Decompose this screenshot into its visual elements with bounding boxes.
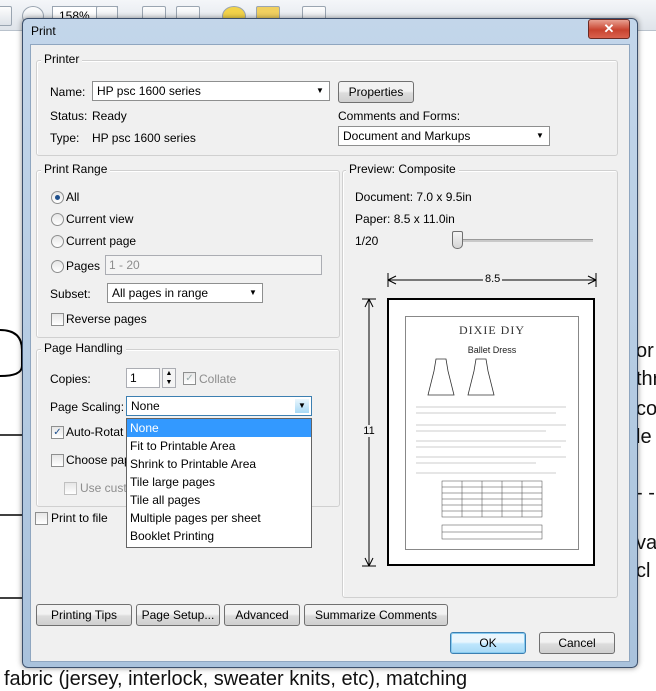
copies-input[interactable]: 1 (126, 368, 160, 388)
scaling-option-none[interactable]: None (127, 419, 311, 437)
doc-text-fragment: le (636, 426, 652, 448)
subset-value: All pages in range (112, 286, 209, 300)
choose-paper-label[interactable]: Choose pap (66, 453, 131, 467)
choose-paper-checkbox[interactable] (51, 454, 64, 467)
preview-brand: DIXIE DIY (459, 323, 525, 337)
page-handling-label: Page Handling (41, 341, 126, 355)
reverse-pages-checkbox[interactable] (51, 313, 64, 326)
height-dimension-label: 11 (360, 425, 378, 437)
auto-rotate-checkbox[interactable]: ✓ (51, 426, 64, 439)
reverse-pages-label[interactable]: Reverse pages (66, 312, 147, 326)
printer-name-value: HP psc 1600 series (97, 84, 201, 98)
scaling-option-booklet[interactable]: Booklet Printing (127, 527, 311, 545)
summarize-comments-button[interactable]: Summarize Comments (304, 604, 448, 626)
subset-select[interactable]: All pages in range ▼ (107, 283, 263, 303)
printing-tips-button[interactable]: Printing Tips (36, 604, 132, 626)
range-current-page-radio[interactable] (51, 235, 64, 248)
ok-button[interactable]: OK (450, 632, 526, 654)
range-current-view-radio[interactable] (51, 213, 64, 226)
range-current-page-label[interactable]: Current page (66, 234, 136, 248)
status-value: Ready (92, 109, 127, 123)
doc-text-fragment: cl (636, 560, 651, 582)
preview-label: Preview: Composite (346, 162, 459, 176)
scaling-option-fit[interactable]: Fit to Printable Area (127, 437, 311, 455)
chevron-down-icon: ▼ (316, 86, 324, 95)
comments-forms-label: Comments and Forms: (338, 109, 461, 123)
chevron-down-icon: ▼ (295, 399, 309, 413)
use-custom-checkbox[interactable] (64, 482, 77, 495)
type-value: HP psc 1600 series (92, 131, 196, 145)
page-scaling-label: Page Scaling: (50, 400, 125, 414)
preview-page-content: DIXIE DIY Ballet Dress (405, 316, 579, 550)
pages-input[interactable]: 1 - 20 (105, 255, 322, 275)
page-scaling-select[interactable]: None ▼ (126, 396, 312, 416)
doc-text-fragment: or (636, 340, 654, 362)
auto-rotate-label[interactable]: Auto-Rotat (66, 425, 123, 439)
range-pages-label[interactable]: Pages (66, 259, 100, 273)
subset-label: Subset: (50, 287, 91, 301)
status-label: Status: (50, 109, 88, 123)
toolbar-button[interactable] (0, 6, 12, 26)
dress-illustration (427, 358, 495, 396)
doc-text-fragment: co (636, 398, 656, 420)
paper-size-text: Paper: 8.5 x 11.0in (355, 212, 455, 226)
page-slider-thumb[interactable] (452, 231, 463, 249)
doc-text-bottom: fabric (jersey, interlock, sweater knits… (4, 668, 468, 690)
printer-group-label: Printer (41, 52, 83, 66)
doc-text-fragment: va (636, 532, 656, 554)
page-scaling-dropdown: None Fit to Printable Area Shrink to Pri… (126, 418, 312, 548)
range-pages-radio[interactable] (51, 260, 64, 273)
range-current-view-label[interactable]: Current view (66, 212, 133, 226)
properties-button[interactable]: Properties (338, 81, 414, 103)
chevron-down-icon: ▼ (536, 131, 544, 140)
comments-forms-select[interactable]: Document and Markups ▼ (338, 126, 550, 146)
doc-text-fragment: - - (636, 482, 655, 504)
print-to-file-label[interactable]: Print to file (51, 511, 108, 525)
range-all-radio[interactable] (51, 191, 64, 204)
printer-name-select[interactable]: HP psc 1600 series ▼ (92, 81, 330, 101)
scaling-option-multiple[interactable]: Multiple pages per sheet (127, 509, 311, 527)
close-button[interactable]: ✕ (588, 19, 630, 39)
print-to-file-checkbox[interactable] (35, 512, 48, 525)
print-range-label: Print Range (41, 162, 111, 176)
type-label: Type: (50, 131, 80, 145)
page-counter: 1/20 (355, 234, 379, 248)
dialog-title: Print (31, 24, 56, 38)
page-setup-button[interactable]: Page Setup... (136, 604, 220, 626)
copies-label: Copies: (50, 372, 91, 386)
advanced-button[interactable]: Advanced (224, 604, 300, 626)
document-size-text: Document: 7.0 x 9.5in (355, 190, 472, 204)
collate-label[interactable]: Collate (199, 372, 236, 386)
page-scaling-value: None (131, 399, 160, 413)
chevron-down-icon: ▼ (249, 288, 257, 297)
width-dimension-label: 8.5 (483, 273, 503, 285)
cancel-button[interactable]: Cancel (539, 632, 615, 654)
printer-name-label: Name: (50, 85, 86, 99)
chevron-down-icon[interactable]: ▼ (163, 378, 175, 387)
scaling-option-tile-all[interactable]: Tile all pages (127, 491, 311, 509)
preview-body-lines (416, 406, 566, 540)
doc-text-fragment: thr (636, 368, 656, 390)
chevron-up-icon[interactable]: ▲ (163, 369, 175, 378)
copies-spinner[interactable]: ▲ ▼ (162, 368, 176, 388)
comments-forms-value: Document and Markups (343, 129, 471, 143)
scaling-option-shrink[interactable]: Shrink to Printable Area (127, 455, 311, 473)
page-slider-track[interactable] (455, 239, 593, 242)
preview-title: Ballet Dress (467, 345, 517, 355)
preview-page: DIXIE DIY Ballet Dress (387, 298, 595, 566)
collate-checkbox[interactable]: ✓ (183, 372, 196, 385)
range-all-label[interactable]: All (66, 190, 79, 204)
scaling-option-tile-large[interactable]: Tile large pages (127, 473, 311, 491)
